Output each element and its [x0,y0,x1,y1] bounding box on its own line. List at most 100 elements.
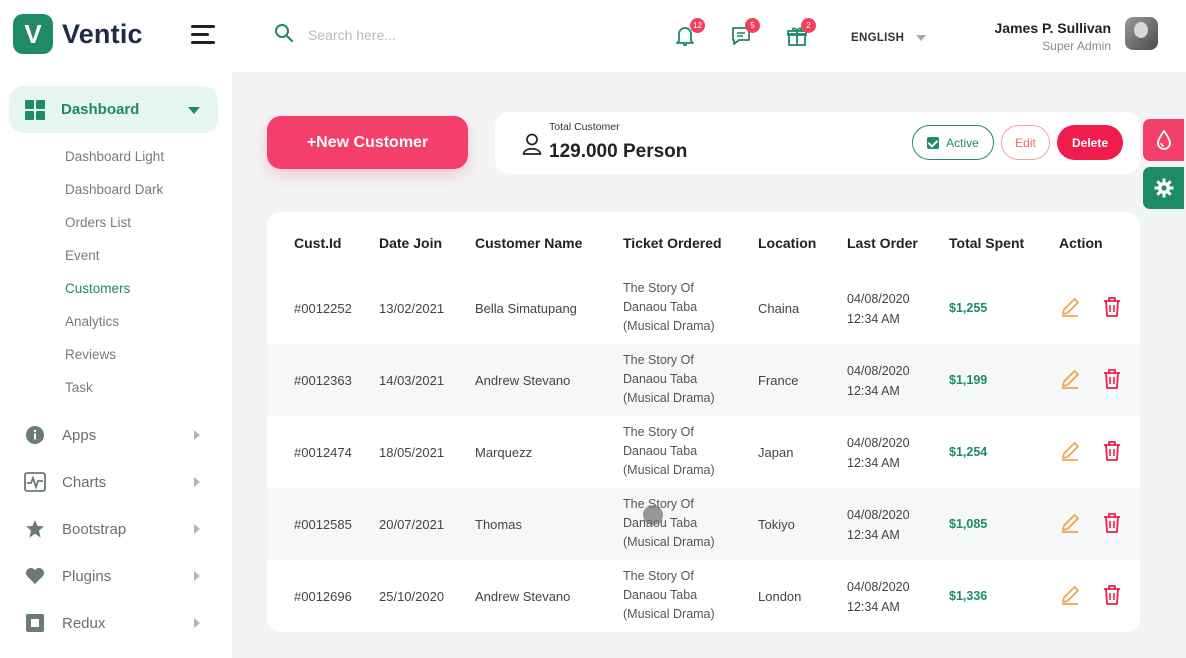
notification-badge: 12 [690,18,705,33]
ticket-line: (Musical Drama) [623,607,715,621]
language-label: ENGLISH [851,32,905,44]
submenu-item-analytics[interactable]: Analytics [65,312,164,345]
date-join: 25/10/2020 [379,589,445,604]
submenu-item-event[interactable]: Event [65,246,164,279]
settings-tab[interactable] [1143,167,1184,209]
theme-color-tab[interactable] [1143,119,1184,161]
submenu-item-dashboard-dark[interactable]: Dashboard Dark [65,180,164,213]
messages-badge: 5 [745,18,760,33]
customer-name: Marquezz [475,445,533,460]
column-header[interactable]: Customer Name [475,235,582,251]
delete-row-button[interactable] [1102,296,1122,318]
ticket-line: Danaou Taba [623,444,698,458]
table-row[interactable]: #0012252 13/02/2021 Bella Simatupang The… [267,272,1140,344]
trash-icon [1104,441,1120,461]
pencil-icon [1062,370,1079,389]
sidebar-item-redux[interactable]: Redux [24,611,204,635]
gifts-button[interactable]: 2 [786,18,816,47]
ticket-ordered: The Story Of Danaou Taba (Musical Drama) [623,567,743,624]
chevron-right-icon [194,571,200,581]
search-icon[interactable] [274,23,294,48]
edit-row-button[interactable] [1059,512,1081,534]
delete-row-button[interactable] [1102,440,1122,462]
top-header: 12 5 2 ENGLISH James P. Sullivan Super A… [232,0,1186,72]
table-row[interactable]: #0012474 18/05/2021 Marquezz The Story O… [267,416,1140,488]
last-order: 04/08/2020 12:34 AM [847,433,910,473]
column-header[interactable]: Ticket Ordered [623,235,722,251]
sidebar-item-dashboard[interactable]: Dashboard [9,86,218,133]
submenu-item-customers[interactable]: Customers [65,279,164,312]
sidebar-item-charts[interactable]: Charts [24,470,204,494]
date-join: 18/05/2021 [379,445,445,460]
notification-button[interactable]: 12 [675,18,705,47]
sidebar-item-bootstrap[interactable]: Bootstrap [24,517,204,541]
delete-row-button[interactable] [1102,368,1122,390]
total-spent: $1,255 [949,301,988,315]
column-header[interactable]: Total Spent [949,235,1024,251]
sidebar-item-label: Redux [62,614,106,632]
customer-name: Bella Simatupang [475,301,577,316]
location: Tokiyo [758,517,795,532]
last-order-date: 04/08/2020 [847,508,910,522]
edit-row-button[interactable] [1059,368,1081,390]
logo-icon: V [13,14,53,54]
language-select[interactable]: ENGLISH [851,32,927,44]
edit-button[interactable]: Edit [1001,125,1050,160]
user-name[interactable]: James P. Sullivan [995,20,1111,36]
star-icon [24,518,46,540]
last-order-date: 04/08/2020 [847,580,910,594]
search-bar [274,16,486,54]
delete-button[interactable]: Delete [1057,125,1123,160]
last-order: 04/08/2020 12:34 AM [847,289,910,329]
avatar[interactable] [1125,17,1158,50]
sidebar-item-plugins[interactable]: Plugins [24,564,204,588]
menu-toggle-icon[interactable] [191,25,215,45]
last-order-time: 12:34 AM [847,600,900,614]
last-order-time: 12:34 AM [847,384,900,398]
submenu-item-dashboard-light[interactable]: Dashboard Light [65,147,164,180]
customers-table: Cust.Id Date Join Customer Name Ticket O… [267,212,1140,632]
ticket-line: (Musical Drama) [623,319,715,333]
ticket-ordered: The Story Of Danaou Taba (Musical Drama) [623,351,743,408]
submenu-item-reviews[interactable]: Reviews [65,345,164,378]
last-order-time: 12:34 AM [847,456,900,470]
edit-row-button[interactable] [1059,584,1081,606]
submenu-item-orders-list[interactable]: Orders List [65,213,164,246]
table-row[interactable]: #0012363 14/03/2021 Andrew Stevano The S… [267,344,1140,416]
sidebar-item-label: Dashboard [61,101,140,118]
edit-row-button[interactable] [1059,296,1081,318]
column-header[interactable]: Cust.Id [294,235,341,251]
heart-icon [24,565,46,587]
cust-id: #0012696 [294,589,352,604]
column-header[interactable]: Date Join [379,235,442,251]
column-header[interactable]: Last Order [847,235,918,251]
delete-row-button[interactable] [1102,512,1122,534]
column-header[interactable]: Location [758,235,816,251]
location: London [758,589,802,604]
trash-icon [1104,369,1120,389]
sidebar-item-label: Plugins [62,567,112,585]
submenu-item-task[interactable]: Task [65,378,164,411]
brand[interactable]: V Ventic [13,14,143,54]
edit-row-button[interactable] [1059,440,1081,462]
chevron-down-icon [188,107,200,114]
sidebar-item-apps[interactable]: Apps [24,423,204,447]
total-spent: $1,085 [949,517,988,531]
sidebar-item-label: Bootstrap [62,520,127,538]
table-row[interactable]: #0012585 20/07/2021 Thomas The Story Of … [267,488,1140,560]
new-customer-button[interactable]: +New Customer [267,116,468,169]
last-order-time: 12:34 AM [847,528,900,542]
date-join: 13/02/2021 [379,301,445,316]
table-row[interactable]: #0012696 25/10/2020 Andrew Stevano The S… [267,560,1140,632]
active-button[interactable]: Active [912,125,994,160]
brand-name: Ventic [62,18,143,49]
search-input[interactable] [308,27,478,43]
gear-icon [1154,178,1173,198]
ticket-ordered: The Story Of Danaou Taba (Musical Drama) [623,279,743,336]
location: France [758,373,799,388]
messages-button[interactable]: 5 [730,18,760,47]
chevron-right-icon [194,524,200,534]
cust-id: #0012474 [294,445,352,460]
delete-row-button[interactable] [1102,584,1122,606]
chevron-right-icon [194,430,200,440]
